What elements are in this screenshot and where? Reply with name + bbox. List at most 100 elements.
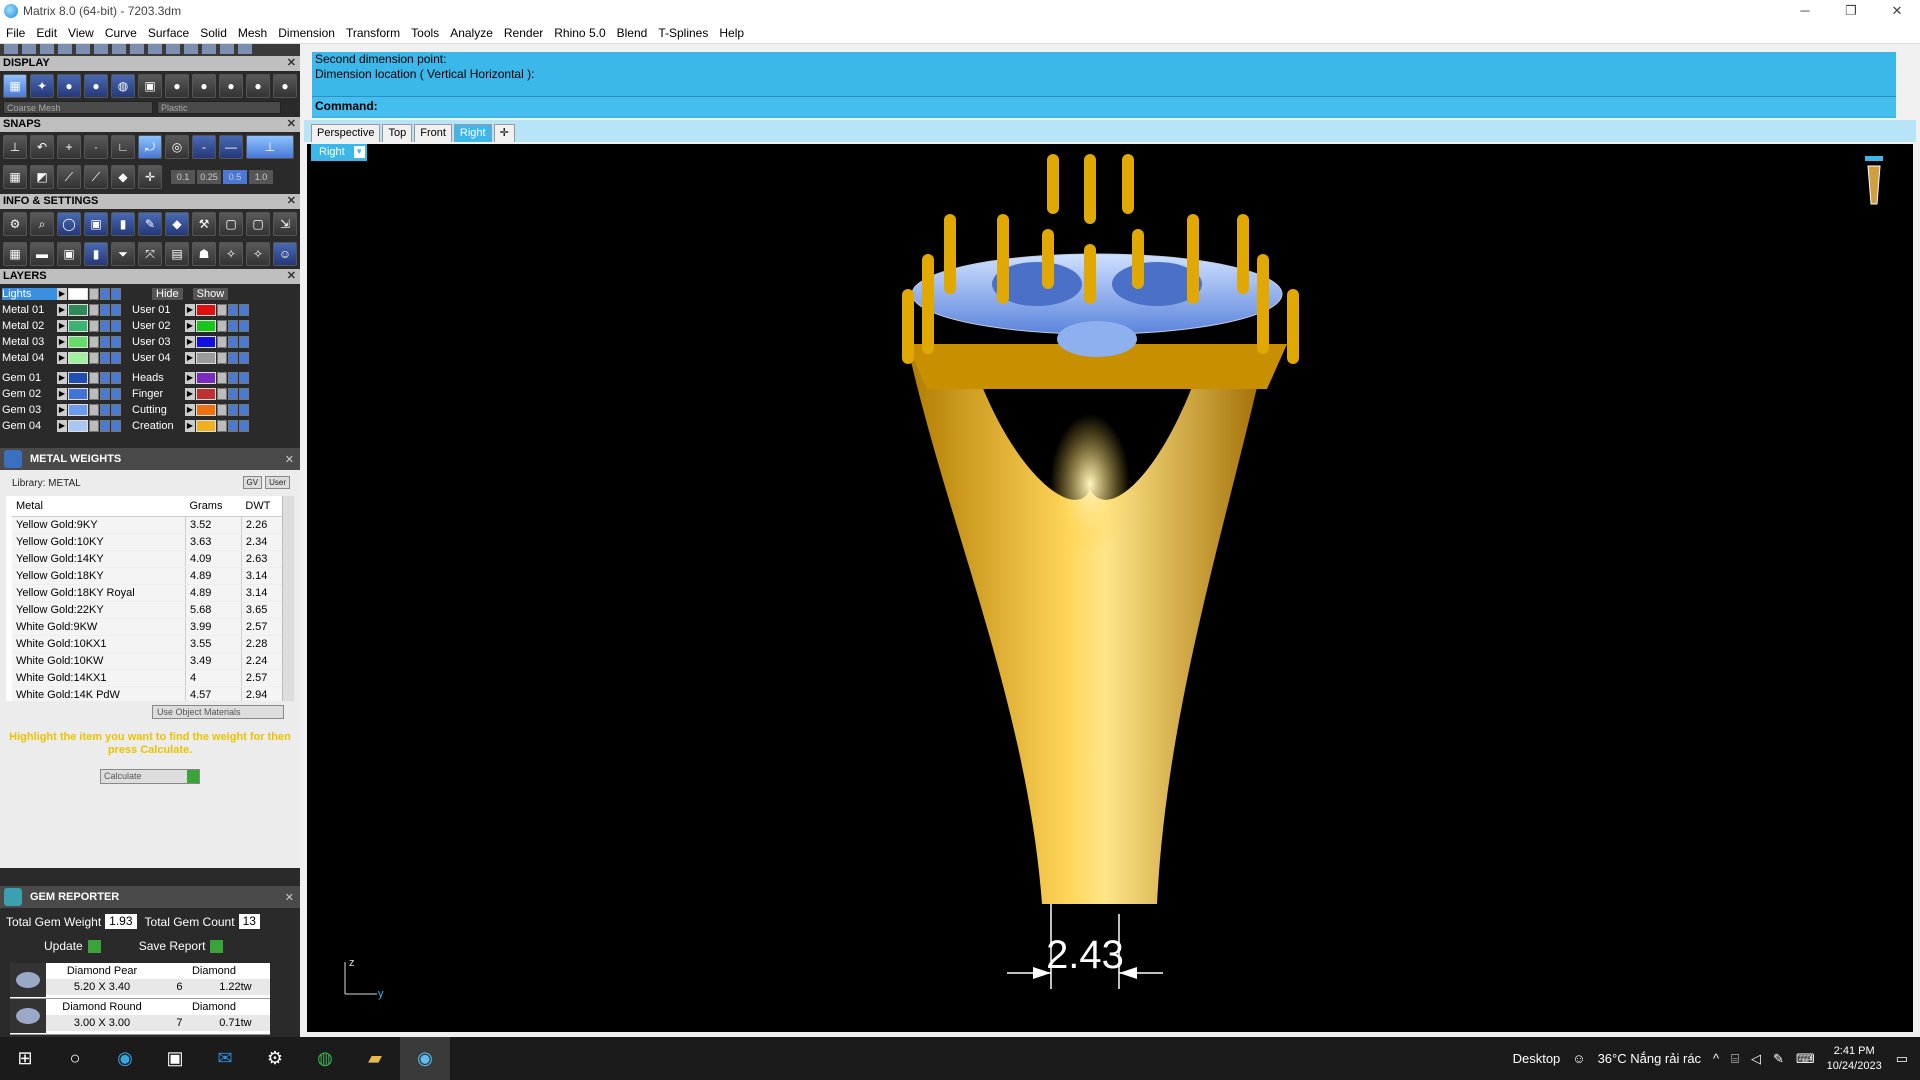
texture-icon[interactable]: ▣ [138, 74, 162, 98]
visible-icon[interactable] [228, 420, 238, 432]
menu-item[interactable]: Curve [105, 26, 137, 40]
use-object-materials-checkbox[interactable]: Use Object Materials [152, 705, 284, 719]
layer-name[interactable]: Metal 03 [2, 336, 57, 348]
lock-icon[interactable] [89, 420, 99, 432]
table-row[interactable]: White Gold:10KW 3.49 2.24 [12, 652, 288, 670]
quad-icon[interactable]: ◆ [111, 165, 135, 189]
close-icon[interactable]: ✕ [287, 56, 296, 71]
close-icon[interactable]: ✕ [287, 117, 296, 132]
lock-icon[interactable] [89, 336, 99, 348]
transform-icon[interactable]: ⤧ [138, 242, 162, 266]
clock[interactable]: 2:41 PM 10/24/2023 [1827, 1044, 1882, 1074]
layer-color-swatch[interactable] [196, 372, 216, 384]
expand-icon[interactable]: ▶ [57, 320, 67, 332]
menu-item[interactable]: Render [504, 26, 543, 40]
visible-icon[interactable] [100, 304, 110, 316]
keyboard-icon[interactable]: ⌨ [1796, 1051, 1815, 1067]
layer-color-swatch[interactable] [68, 304, 88, 316]
render-icon[interactable] [111, 404, 121, 416]
column-header[interactable]: DWT [241, 496, 287, 517]
cylinder-icon[interactable]: ▮ [84, 242, 108, 266]
material-sphere-4-icon[interactable]: ● [246, 74, 270, 98]
light-bulb-icon[interactable]: ✧ [219, 242, 243, 266]
menu-item[interactable]: T-Splines [658, 26, 708, 40]
lock-icon[interactable] [89, 304, 99, 316]
column-header[interactable]: Grams [185, 496, 242, 517]
layer-name[interactable]: Metal 04 [2, 352, 57, 364]
expand-icon[interactable]: ▶ [185, 420, 195, 432]
knot-icon[interactable]: ⟋ [84, 165, 108, 189]
visible-icon[interactable] [100, 372, 110, 384]
expand-icon[interactable]: ▶ [185, 372, 195, 384]
save-report-button[interactable]: Save Report [139, 939, 224, 953]
render-icon[interactable] [239, 420, 249, 432]
expand-icon[interactable]: ▶ [57, 336, 67, 348]
snap-ortho-icon[interactable]: ⊥ [246, 135, 294, 159]
render-sphere-icon[interactable]: ● [84, 74, 108, 98]
layer-name[interactable]: User 04 [132, 352, 185, 364]
layer-name[interactable]: User 01 [132, 304, 185, 316]
visible-icon[interactable] [100, 352, 110, 364]
shaded-sphere-icon[interactable]: ● [57, 74, 81, 98]
gem-item[interactable]: Diamond Round 3.00 X 3.00 Diamond 7 0.71tw [10, 999, 270, 1035]
render-icon[interactable] [239, 320, 249, 332]
visible-icon[interactable] [100, 420, 110, 432]
visible-icon[interactable] [228, 336, 238, 348]
frame-icon[interactable]: ▢ [219, 212, 243, 236]
table-row[interactable]: Yellow Gold:18KY 4.89 3.14 [12, 567, 288, 585]
menu-item[interactable]: Dimension [278, 26, 335, 40]
render-icon[interactable] [111, 304, 121, 316]
table-row[interactable]: Yellow Gold:14KY 4.09 2.63 [12, 550, 288, 568]
close-icon[interactable]: ✕ [287, 194, 296, 209]
lock-icon[interactable] [217, 404, 227, 416]
sparkle-icon[interactable]: ✧ [246, 242, 270, 266]
light-icon[interactable]: ✦ [30, 74, 54, 98]
visible-icon[interactable] [228, 320, 238, 332]
lock-icon[interactable] [89, 404, 99, 416]
layer-color-swatch[interactable] [196, 420, 216, 432]
lock-icon[interactable] [89, 288, 99, 300]
lock-icon[interactable] [89, 320, 99, 332]
render-icon[interactable] [111, 288, 121, 300]
gem-icon[interactable]: ◆ [165, 212, 189, 236]
layer-color-swatch[interactable] [68, 404, 88, 416]
expand-icon[interactable]: ▶ [57, 372, 67, 384]
layer-color-swatch[interactable] [196, 388, 216, 400]
snap-end-icon[interactable]: ⊥ [3, 135, 27, 159]
layer-name[interactable]: Heads [132, 372, 185, 384]
layer-name[interactable]: User 02 [132, 320, 185, 332]
filter-icon[interactable]: ⏷ [111, 242, 135, 266]
phone-icon[interactable]: ▮ [111, 212, 135, 236]
layer-color-swatch[interactable] [196, 404, 216, 416]
pen-icon[interactable]: ✎ [1773, 1051, 1784, 1067]
lock-icon[interactable] [217, 304, 227, 316]
tab-perspective[interactable]: Perspective [311, 124, 381, 142]
layer-name[interactable]: Gem 03 [2, 404, 57, 416]
snap-tangent-icon[interactable]: ⤾ [138, 135, 162, 159]
menu-item[interactable]: Tools [411, 26, 439, 40]
export-icon[interactable]: ⇲ [273, 212, 297, 236]
visible-icon[interactable] [100, 388, 110, 400]
snap-curve-icon[interactable]: ↶ [30, 135, 54, 159]
layer-name[interactable]: Gem 01 [2, 372, 57, 384]
table-row[interactable]: Yellow Gold:18KY Royal 4.89 3.14 [12, 584, 288, 602]
menu-item[interactable]: Transform [346, 26, 400, 40]
expand-icon[interactable]: ▶ [185, 404, 195, 416]
expand-icon[interactable]: ▶ [57, 352, 67, 364]
table-row[interactable]: Yellow Gold:9KY 3.52 2.26 [12, 516, 288, 534]
visible-icon[interactable] [228, 372, 238, 384]
frame2-icon[interactable]: ▢ [246, 212, 270, 236]
tab-front[interactable]: Front [414, 124, 452, 142]
update-button[interactable]: Update [44, 939, 101, 953]
layer-name[interactable]: Cutting [132, 404, 185, 416]
expand-icon[interactable]: ▶ [185, 320, 195, 332]
tab-right[interactable]: Right [453, 124, 492, 142]
tool-icon[interactable]: ⚒ [192, 212, 216, 236]
render-icon[interactable] [111, 420, 121, 432]
column-header[interactable]: Metal [12, 496, 186, 517]
visible-icon[interactable] [228, 352, 238, 364]
snap-mid-icon[interactable]: - [192, 135, 216, 159]
render-icon[interactable] [111, 372, 121, 384]
table-row[interactable]: Yellow Gold:10KY 3.63 2.34 [12, 533, 288, 551]
green-app-icon[interactable]: ◍ [300, 1037, 350, 1080]
